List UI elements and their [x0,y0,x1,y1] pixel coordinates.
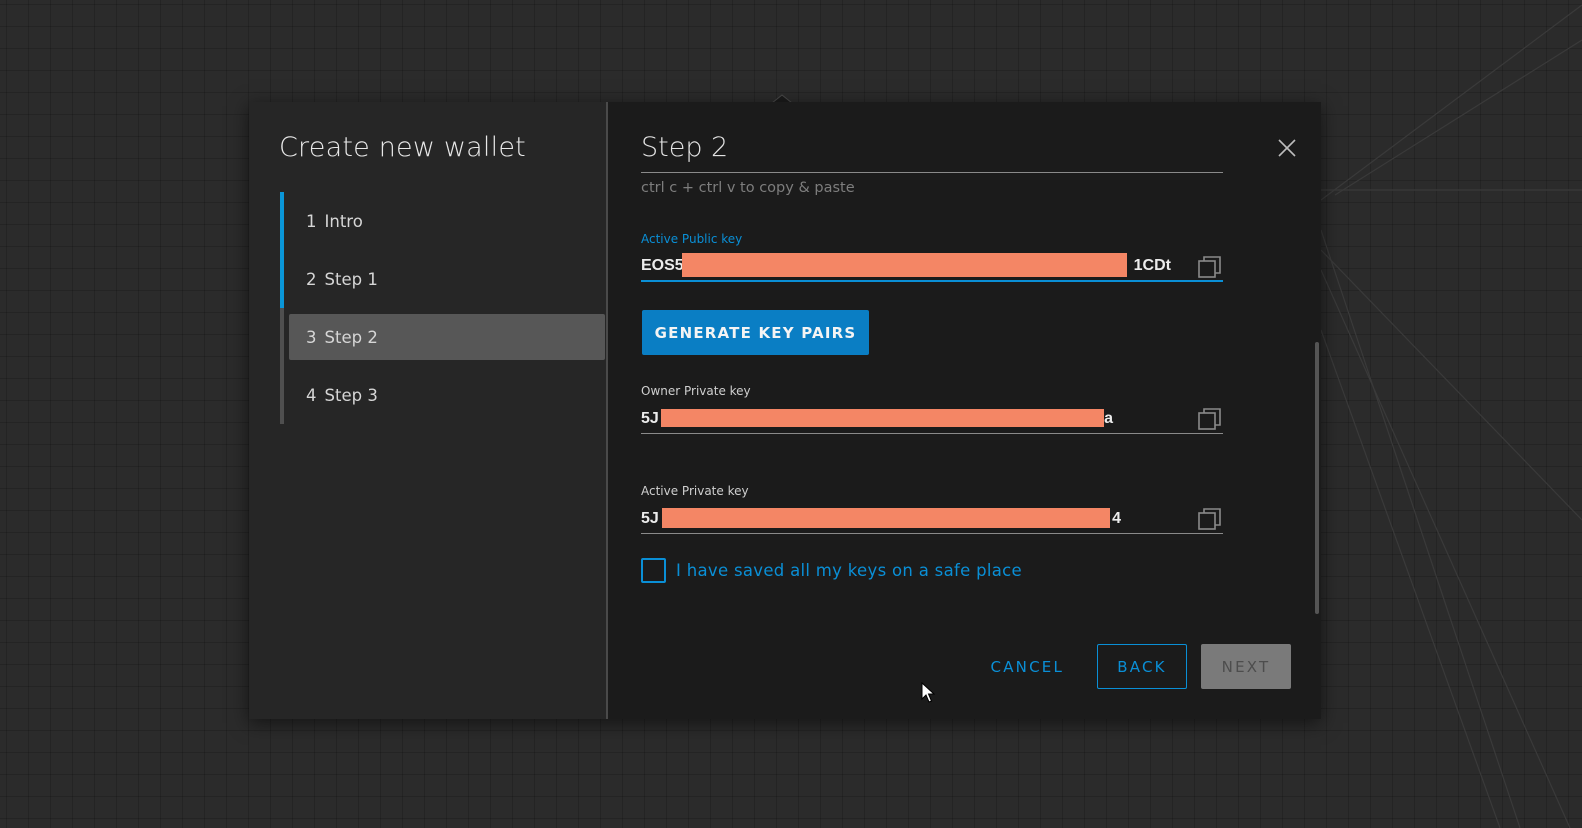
key-suffix: 4 [1112,509,1121,527]
active-private-key-label: Active Private key [641,484,749,498]
redaction-box [662,508,1110,528]
key-prefix: 5J [641,509,659,527]
copy-icon[interactable] [1197,254,1223,280]
create-wallet-modal: Create new wallet 1 Intro 2 Step 1 3 Step 2… [249,102,1321,719]
step-number: 2 [306,269,317,289]
cancel-button[interactable]: CANCEL [972,644,1083,689]
step-content-panel: Step 2 ctrl c + ctrl v to copy & paste A… [608,102,1321,719]
active-public-key-input[interactable]: EOS5 1CDt [641,252,1223,282]
owner-private-key-field: Owner Private key 5J a [641,384,1223,434]
key-suffix: a [1104,409,1113,427]
saved-keys-checkbox-label[interactable]: I have saved all my keys on a safe place [676,561,1022,580]
close-icon[interactable] [1275,136,1299,160]
scrollbar[interactable] [1315,342,1319,614]
key-suffix: 1CDt [1133,257,1171,274]
active-private-key-field: Active Private key 5J 4 [641,484,1223,534]
step-label: Step 3 [324,385,378,405]
wizard-sidebar: Create new wallet 1 Intro 2 Step 1 3 Step 2… [249,102,606,719]
step-title: Step 2 [641,132,1223,173]
step-label: Step 1 [324,269,378,289]
redaction-box [682,253,1127,277]
wizard-steps: 1 Intro 2 Step 1 3 Step 2 4 Step 3 [280,192,605,424]
step-number: 3 [306,327,317,347]
key-prefix: 5J [641,409,659,427]
generate-key-pairs-button[interactable]: GENERATE KEY PAIRS [642,310,869,355]
wizard-step-intro[interactable]: 1 Intro [280,192,605,250]
saved-keys-checkbox[interactable] [641,558,666,583]
wizard-step-1[interactable]: 2 Step 1 [280,250,605,308]
mouse-cursor-icon [921,682,935,703]
copy-icon[interactable] [1197,406,1223,432]
active-public-key-label: Active Public key [641,232,743,246]
wizard-title: Create new wallet [279,132,526,163]
wizard-step-2[interactable]: 3 Step 2 [280,308,605,366]
step-label: Intro [324,211,363,231]
owner-private-key-input[interactable]: 5J a [641,404,1223,434]
active-public-key-field: Active Public key EOS5 1CDt [641,232,1223,282]
copy-paste-hint: ctrl c + ctrl v to copy & paste [641,180,855,196]
active-private-key-input[interactable]: 5J 4 [641,504,1223,534]
wizard-step-3[interactable]: 4 Step 3 [280,366,605,424]
step-number: 1 [306,211,317,231]
back-button[interactable]: BACK [1097,644,1187,689]
saved-keys-checkbox-row[interactable]: I have saved all my keys on a safe place [641,558,1022,583]
step-label: Step 2 [324,327,378,347]
key-prefix: EOS5 [641,257,684,274]
wizard-actions: CANCEL BACK NEXT [972,644,1291,689]
owner-private-key-label: Owner Private key [641,384,751,398]
next-button[interactable]: NEXT [1201,644,1291,689]
redaction-box [661,409,1104,427]
copy-icon[interactable] [1197,506,1223,532]
step-number: 4 [306,385,317,405]
